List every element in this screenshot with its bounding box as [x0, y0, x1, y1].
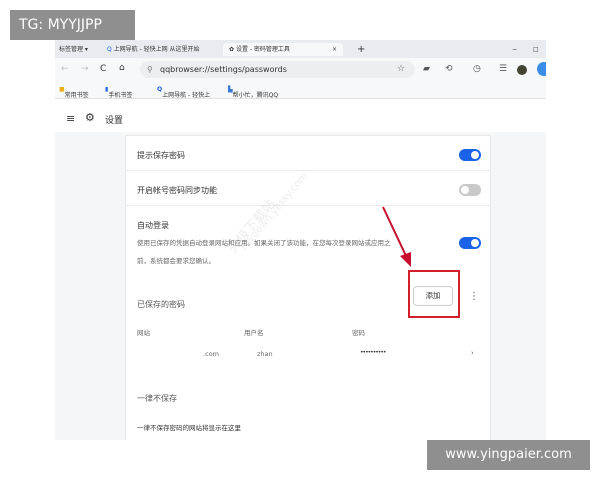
red-arrow	[382, 206, 411, 267]
footer-watermark: www.yingpaier.com	[427, 440, 590, 470]
overlay-label: TG: MYYJJPP	[10, 10, 135, 40]
